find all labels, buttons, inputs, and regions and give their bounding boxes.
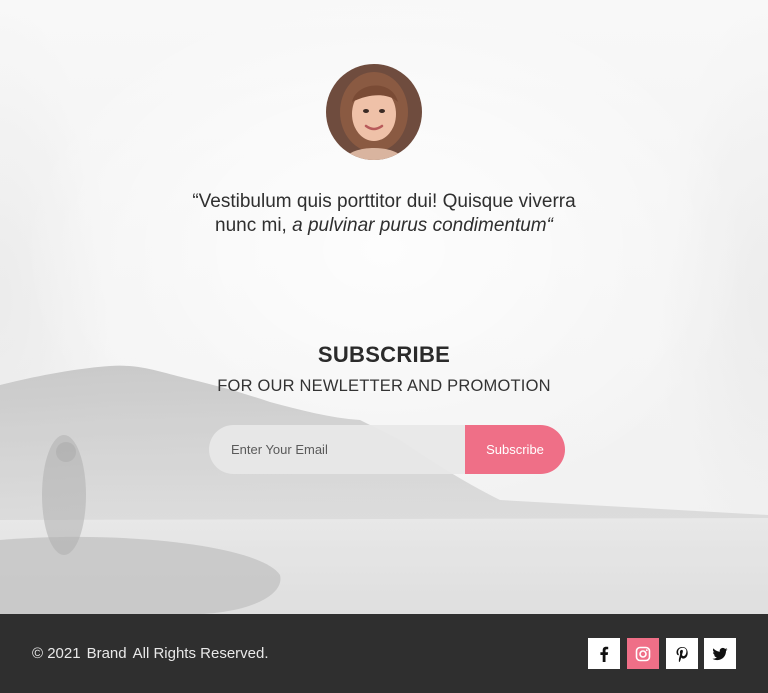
rights-text: All Rights Reserved.	[132, 645, 269, 662]
quote-emphasis: a pulvinar purus condimentum	[292, 215, 547, 236]
copyright-year: © 2021	[32, 645, 81, 662]
facebook-icon	[600, 646, 609, 662]
twitter-icon	[712, 647, 728, 660]
copyright-text: © 2021 Brand All Rights Reserved.	[32, 645, 269, 662]
instagram-icon	[635, 646, 651, 661]
testimonial-quote: “Vestibulum quis porttitor dui! Quisque …	[184, 190, 584, 238]
subscribe-form: Subscribe	[209, 425, 565, 474]
instagram-button[interactable]	[627, 638, 659, 669]
footer: © 2021 Brand All Rights Reserved.	[0, 614, 768, 693]
person-avatar-icon	[326, 64, 422, 160]
subscribe-button[interactable]: Subscribe	[465, 425, 565, 474]
pinterest-button[interactable]	[666, 638, 698, 669]
subscribe-title: SUBSCRIBE	[317, 342, 451, 367]
quote-close: “	[546, 215, 553, 236]
subscribe-tagline: FOR OUR NEWLETTER AND PROMOTION	[217, 377, 551, 395]
twitter-button[interactable]	[704, 638, 736, 669]
email-input[interactable]	[209, 425, 465, 474]
testimonial-avatar	[326, 64, 422, 160]
facebook-button[interactable]	[588, 638, 620, 669]
brand-name: Brand	[86, 645, 127, 662]
hero-section: “Vestibulum quis porttitor dui! Quisque …	[0, 0, 768, 614]
pinterest-icon	[676, 646, 688, 662]
